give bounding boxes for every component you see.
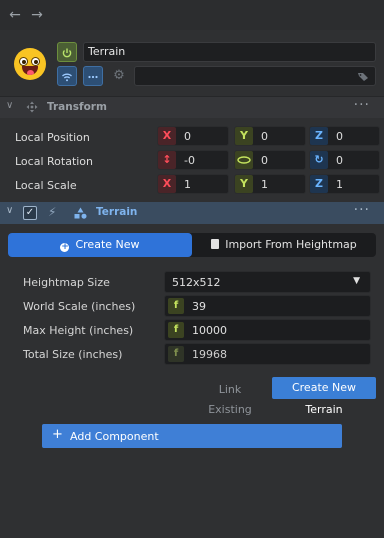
object-emoji-icon[interactable] bbox=[14, 48, 46, 80]
local-position-z-field[interactable]: Z0 bbox=[309, 126, 380, 146]
float-badge-icon: f bbox=[168, 322, 184, 338]
object-name-input[interactable]: Terrain bbox=[83, 42, 376, 62]
z-axis-badge: Z bbox=[310, 127, 328, 145]
heightmap-size-select[interactable]: 512x512 ▼ bbox=[164, 271, 371, 293]
more-options-icon[interactable]: ··· bbox=[354, 97, 370, 113]
enabled-checkbox[interactable]: ✓ bbox=[23, 206, 37, 220]
local-scale-z-field[interactable]: Z1 bbox=[309, 174, 380, 194]
tab-import-heightmap[interactable]: Import From Heightmap bbox=[192, 233, 376, 257]
gear-icon[interactable]: ⚙ bbox=[110, 67, 128, 85]
terrain-title: Terrain bbox=[96, 206, 138, 218]
back-arrow-icon[interactable]: ← bbox=[6, 6, 24, 24]
pitch-arrows-icon: ↕ bbox=[158, 151, 176, 169]
plus-icon: + bbox=[52, 427, 63, 442]
local-rotation-z-field[interactable]: ↻ 0 bbox=[309, 150, 380, 170]
float-badge-icon: f bbox=[168, 346, 184, 362]
float-badge-icon: f bbox=[168, 298, 184, 314]
tag-icon bbox=[357, 70, 369, 85]
local-scale-label: Local Scale bbox=[15, 179, 77, 192]
caret-down-icon: ▼ bbox=[353, 276, 360, 286]
transform-section-header[interactable]: ∨ Transform ··· bbox=[0, 96, 384, 118]
move-arrows-icon bbox=[26, 101, 38, 116]
tags-input[interactable] bbox=[134, 66, 376, 86]
local-position-x-field[interactable]: X0 bbox=[157, 126, 229, 146]
total-size-label: Total Size (inches) bbox=[23, 348, 123, 361]
lightning-icon[interactable]: ⚡ bbox=[48, 205, 56, 219]
yaw-rotate-icon bbox=[235, 151, 253, 169]
world-scale-label: World Scale (inches) bbox=[23, 300, 136, 313]
chevron-down-icon[interactable]: ∨ bbox=[6, 205, 13, 216]
transform-title: Transform bbox=[47, 101, 107, 113]
terrain-shapes-icon bbox=[74, 207, 87, 222]
nav-bar: ← → bbox=[0, 0, 384, 30]
local-scale-y-field[interactable]: Y1 bbox=[234, 174, 306, 194]
forward-arrow-icon[interactable]: → bbox=[28, 6, 46, 24]
z-axis-badge: Z bbox=[310, 175, 328, 193]
ellipsis-toggle-icon[interactable] bbox=[83, 66, 103, 86]
total-size-field: f 19968 bbox=[164, 343, 371, 365]
max-height-field[interactable]: f 10000 bbox=[164, 319, 371, 341]
add-component-button[interactable]: + Add Component bbox=[42, 424, 342, 448]
max-height-label: Max Height (inches) bbox=[23, 324, 134, 337]
y-axis-badge: Y bbox=[235, 175, 253, 193]
terrain-section-header[interactable]: ∨ ✓ ⚡ Terrain ··· bbox=[0, 202, 384, 224]
tab-create-new[interactable]: + Create New bbox=[8, 233, 192, 257]
local-rotation-label: Local Rotation bbox=[15, 155, 94, 168]
x-axis-badge: X bbox=[158, 127, 176, 145]
chevron-down-icon[interactable]: ∨ bbox=[6, 100, 13, 111]
enabled-power-button[interactable] bbox=[57, 42, 77, 62]
local-scale-x-field[interactable]: X1 bbox=[157, 174, 229, 194]
roll-rotate-icon: ↻ bbox=[310, 151, 328, 169]
local-rotation-y-field[interactable]: 0 bbox=[234, 150, 306, 170]
world-scale-field[interactable]: f 39 bbox=[164, 295, 371, 317]
local-position-y-field[interactable]: Y0 bbox=[234, 126, 306, 146]
document-icon bbox=[211, 239, 220, 249]
y-axis-badge: Y bbox=[235, 127, 253, 145]
network-wifi-icon[interactable] bbox=[57, 66, 77, 86]
local-rotation-x-field[interactable]: ↕ -0 bbox=[157, 150, 229, 170]
plus-circle-icon: + bbox=[60, 242, 70, 252]
heightmap-size-label: Heightmap Size bbox=[23, 276, 110, 289]
more-options-icon[interactable]: ··· bbox=[354, 202, 370, 218]
link-existing-button[interactable]: Link Existing bbox=[196, 380, 264, 416]
create-new-terrain-button[interactable]: Create New Terrain bbox=[272, 377, 376, 416]
x-axis-badge: X bbox=[158, 175, 176, 193]
local-position-label: Local Position bbox=[15, 131, 90, 144]
